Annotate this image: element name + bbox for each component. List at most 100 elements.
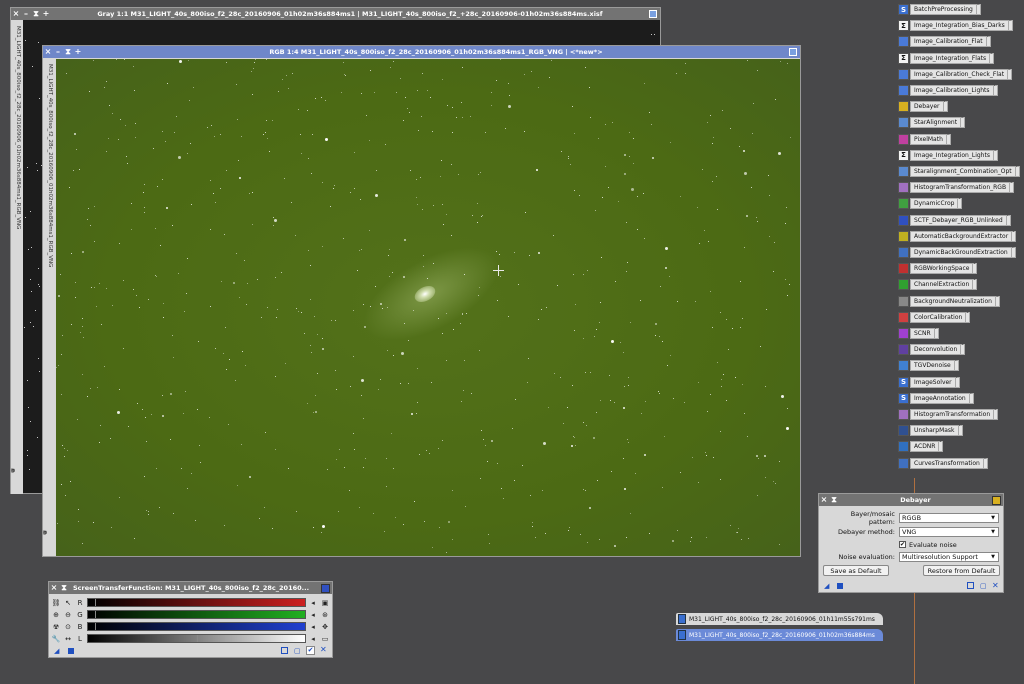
icon-handle[interactable]: ⠁ — [943, 101, 948, 113]
process-icon[interactable] — [321, 583, 330, 593]
process-icon-item[interactable]: DynamicBackGroundExtraction ⠁ — [898, 246, 1016, 259]
close-icon[interactable]: ✕ — [992, 581, 999, 590]
icon-handle[interactable]: ⠁ — [994, 409, 999, 420]
icon-handle[interactable]: ⠁ — [961, 117, 966, 129]
icon-handle[interactable]: ⠁ — [1015, 166, 1020, 177]
stf-channel-slider[interactable] — [87, 634, 306, 643]
process-icon-item[interactable]: PixelMath ⠁ — [898, 133, 951, 146]
midtones-marker[interactable] — [94, 611, 96, 618]
apply-global-icon[interactable]: ◢ — [54, 647, 59, 655]
process-icon-item[interactable]: SCNR ⠁ — [898, 327, 939, 340]
process-icon-item[interactable]: RGBWorkingSpace ⠁ — [898, 262, 978, 275]
reset-icon[interactable] — [967, 582, 974, 589]
image-tab[interactable]: M31_LIGHT_40s_800iso_f2_28c_20160906_01h… — [676, 613, 883, 625]
icon-handle[interactable]: ⠁ — [966, 311, 971, 323]
plus-icon[interactable]: + — [41, 8, 51, 20]
icon-handle[interactable]: ⠁ — [1008, 20, 1013, 32]
stf-titlebar[interactable]: × ⧗ ScreenTransferFunction: M31_LIGHT_40… — [49, 582, 332, 594]
cursor-icon[interactable]: ↖ — [63, 598, 73, 608]
process-icon-item[interactable]: HistogramTransformation ⠁ — [898, 408, 999, 421]
link-icon[interactable]: ⛓ — [51, 598, 61, 608]
gray-window-titlebar[interactable]: × – ⧗ + Gray 1:1 M31_LIGHT_40s_800iso_f2… — [11, 8, 660, 20]
save-as-default-button[interactable]: Save as Default — [823, 565, 889, 576]
gear-icon[interactable]: ⚙ — [11, 468, 15, 473]
reset-icon[interactable] — [281, 647, 288, 654]
plus-icon[interactable]: + — [73, 46, 83, 58]
process-icon-item[interactable]: S ImageSolver ⠁ — [898, 376, 960, 389]
bookmark-icon[interactable]: ▣ — [320, 598, 330, 608]
apply-icon[interactable] — [837, 583, 843, 589]
process-icon-item[interactable]: HistogramTransformation_RGB ⠁ — [898, 181, 1015, 194]
process-icon-item[interactable]: StarAlignment ⠁ — [898, 116, 966, 129]
icon-handle[interactable]: ⠁ — [946, 133, 951, 145]
minimize-icon[interactable]: – — [21, 8, 31, 20]
process-icon-item[interactable]: S ImageAnnotation ⠁ — [898, 392, 974, 405]
icon-handle[interactable]: ⠁ — [1006, 214, 1011, 226]
icon-handle[interactable]: ⠁ — [1010, 182, 1015, 194]
process-icon-item[interactable]: ACDNR ⠁ — [898, 440, 944, 453]
process-icon-item[interactable]: ColorCalibration ⠁ — [898, 311, 971, 324]
image-canvas[interactable] — [56, 59, 800, 556]
debayer-titlebar[interactable]: × ⧗ Debayer — [819, 494, 1003, 506]
restore-from-default-button[interactable]: Restore from Default — [923, 565, 1000, 576]
icon-handle[interactable]: ⠁ — [961, 344, 966, 356]
process-icon-item[interactable]: Image_Calibration_Lights ⠁ — [898, 84, 998, 97]
monitor-icon[interactable]: ▭ — [320, 634, 330, 644]
icon-handle[interactable]: ⠁ — [1011, 247, 1016, 258]
process-icon-item[interactable]: BackgroundNeutralization ⠁ — [898, 295, 1000, 308]
shade-icon[interactable]: ⧗ — [31, 8, 41, 20]
process-icon-item[interactable]: AutomaticBackgroundExtractor ⠁ — [898, 230, 1017, 243]
process-icon-item[interactable]: Σ Image_Integration_Bias_Darks ⠁ — [898, 19, 1013, 32]
close-icon[interactable]: × — [819, 494, 829, 506]
document-icon[interactable]: ▢ — [980, 582, 987, 590]
process-icon-item[interactable]: S BatchPreProcessing ⠁ — [898, 3, 981, 16]
icon-handle[interactable]: ⠁ — [939, 441, 944, 453]
icon-handle[interactable]: ⠁ — [934, 328, 939, 339]
icon-handle[interactable]: ⠁ — [973, 279, 978, 291]
document-icon[interactable]: ▢ — [294, 647, 301, 655]
apply-global-icon[interactable]: ◢ — [824, 582, 829, 590]
icon-handle[interactable]: ⠁ — [973, 263, 978, 275]
maximize-icon[interactable] — [649, 10, 657, 18]
rgb-window-side-tab[interactable]: M31_LIGHT_40s_800iso_f2_28c_20160906_01h… — [43, 58, 55, 556]
debayer-dialog[interactable]: × ⧗ Debayer Bayer/mosaic pattern: RGGB ▼ … — [818, 493, 1004, 593]
stf-window[interactable]: × ⧗ ScreenTransferFunction: M31_LIGHT_40… — [48, 581, 333, 658]
noise-evaluation-select[interactable]: Multiresolution Support ▼ — [899, 551, 999, 562]
target-icon[interactable]: ⊛ — [320, 610, 330, 620]
midtones-marker[interactable] — [94, 599, 96, 606]
icon-handle[interactable]: ⠁ — [983, 457, 988, 469]
close-icon[interactable]: × — [11, 8, 21, 20]
process-icon-item[interactable]: Image_Calibration_Flat ⠁ — [898, 35, 991, 48]
icon-handle[interactable]: ⠁ — [955, 376, 960, 388]
icon-handle[interactable]: ⠁ — [969, 392, 974, 404]
shade-icon[interactable]: ⧗ — [63, 46, 73, 58]
reset-channel-icon[interactable]: ◂ — [308, 634, 318, 644]
midtones-marker[interactable] — [94, 623, 96, 630]
evaluate-noise-checkbox[interactable]: ✔ — [899, 541, 906, 548]
close-icon[interactable]: × — [43, 46, 53, 58]
zoom-one-icon[interactable]: ⊙ — [63, 622, 73, 632]
process-icon-item[interactable]: ChannelExtraction ⠁ — [898, 278, 978, 291]
icon-handle[interactable]: ⠁ — [958, 198, 963, 210]
method-select[interactable]: VNG ▼ — [899, 526, 999, 537]
image-tab[interactable]: M31_LIGHT_40s_800iso_f2_28c_20160906_01h… — [676, 629, 883, 641]
reset-channel-icon[interactable]: ◂ — [308, 598, 318, 608]
process-icon-item[interactable]: Image_Calibration_Check_Flat ⠁ — [898, 68, 1013, 81]
icon-handle[interactable]: ⠁ — [958, 425, 963, 437]
process-icon-item[interactable]: UnsharpMask ⠁ — [898, 424, 963, 437]
icon-handle[interactable]: ⠁ — [990, 52, 995, 64]
process-icon-item[interactable]: DynamicCrop ⠁ — [898, 197, 963, 210]
icon-handle[interactable]: ⠁ — [954, 360, 959, 372]
icon-handle[interactable]: ⠁ — [986, 36, 991, 48]
minimize-icon[interactable]: – — [53, 46, 63, 58]
zoom-in-icon[interactable]: ⊕ — [51, 610, 61, 620]
gear-icon[interactable]: ⚙ — [43, 530, 47, 535]
zoom-out-icon[interactable]: ⊖ — [63, 610, 73, 620]
icon-handle[interactable]: ⠁ — [1012, 230, 1017, 242]
shade-icon[interactable]: ⧗ — [829, 494, 839, 506]
arrows-icon[interactable]: ↔ — [63, 634, 73, 644]
process-icon-item[interactable]: Σ Image_Integration_Flats ⠁ — [898, 52, 995, 65]
process-icon-item[interactable]: Staralignment_Combination_Opt ⠁ — [898, 165, 1020, 178]
maximize-icon[interactable] — [789, 48, 797, 56]
midtones-marker[interactable] — [196, 635, 198, 642]
